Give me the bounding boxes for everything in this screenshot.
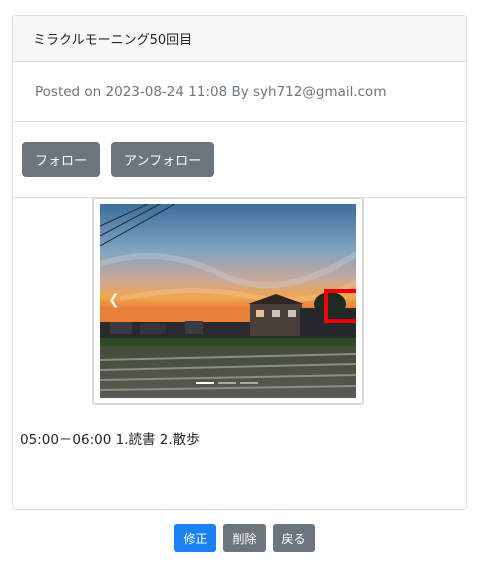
post-body: 05:00－06:00 1.読書 2.散歩	[20, 432, 200, 448]
carousel-indicator[interactable]	[240, 382, 258, 384]
unfollow-button[interactable]: アンフォロー	[111, 142, 215, 177]
carousel-image: ❮	[100, 204, 356, 398]
follow-button[interactable]: フォロー	[22, 142, 101, 177]
carousel-indicator[interactable]	[196, 382, 214, 384]
post-title: ミラクルモーニング50回目	[13, 16, 466, 62]
back-button[interactable]: 戻る	[272, 524, 315, 552]
image-carousel: ❮	[92, 197, 364, 405]
chevron-left-icon[interactable]: ❮	[108, 292, 120, 308]
follow-actions: フォロー アンフォロー	[13, 122, 466, 198]
highlight-box	[324, 289, 356, 323]
carousel-indicator[interactable]	[218, 382, 236, 384]
edit-button[interactable]: 修正	[174, 524, 217, 552]
post-footer-actions: 修正 削除 戻る	[0, 524, 489, 552]
post-meta: Posted on 2023-08-24 11:08 By syh712@gma…	[13, 62, 466, 122]
delete-button[interactable]: 削除	[223, 524, 266, 552]
sunset-photo	[100, 204, 356, 398]
carousel-indicators	[196, 382, 258, 384]
